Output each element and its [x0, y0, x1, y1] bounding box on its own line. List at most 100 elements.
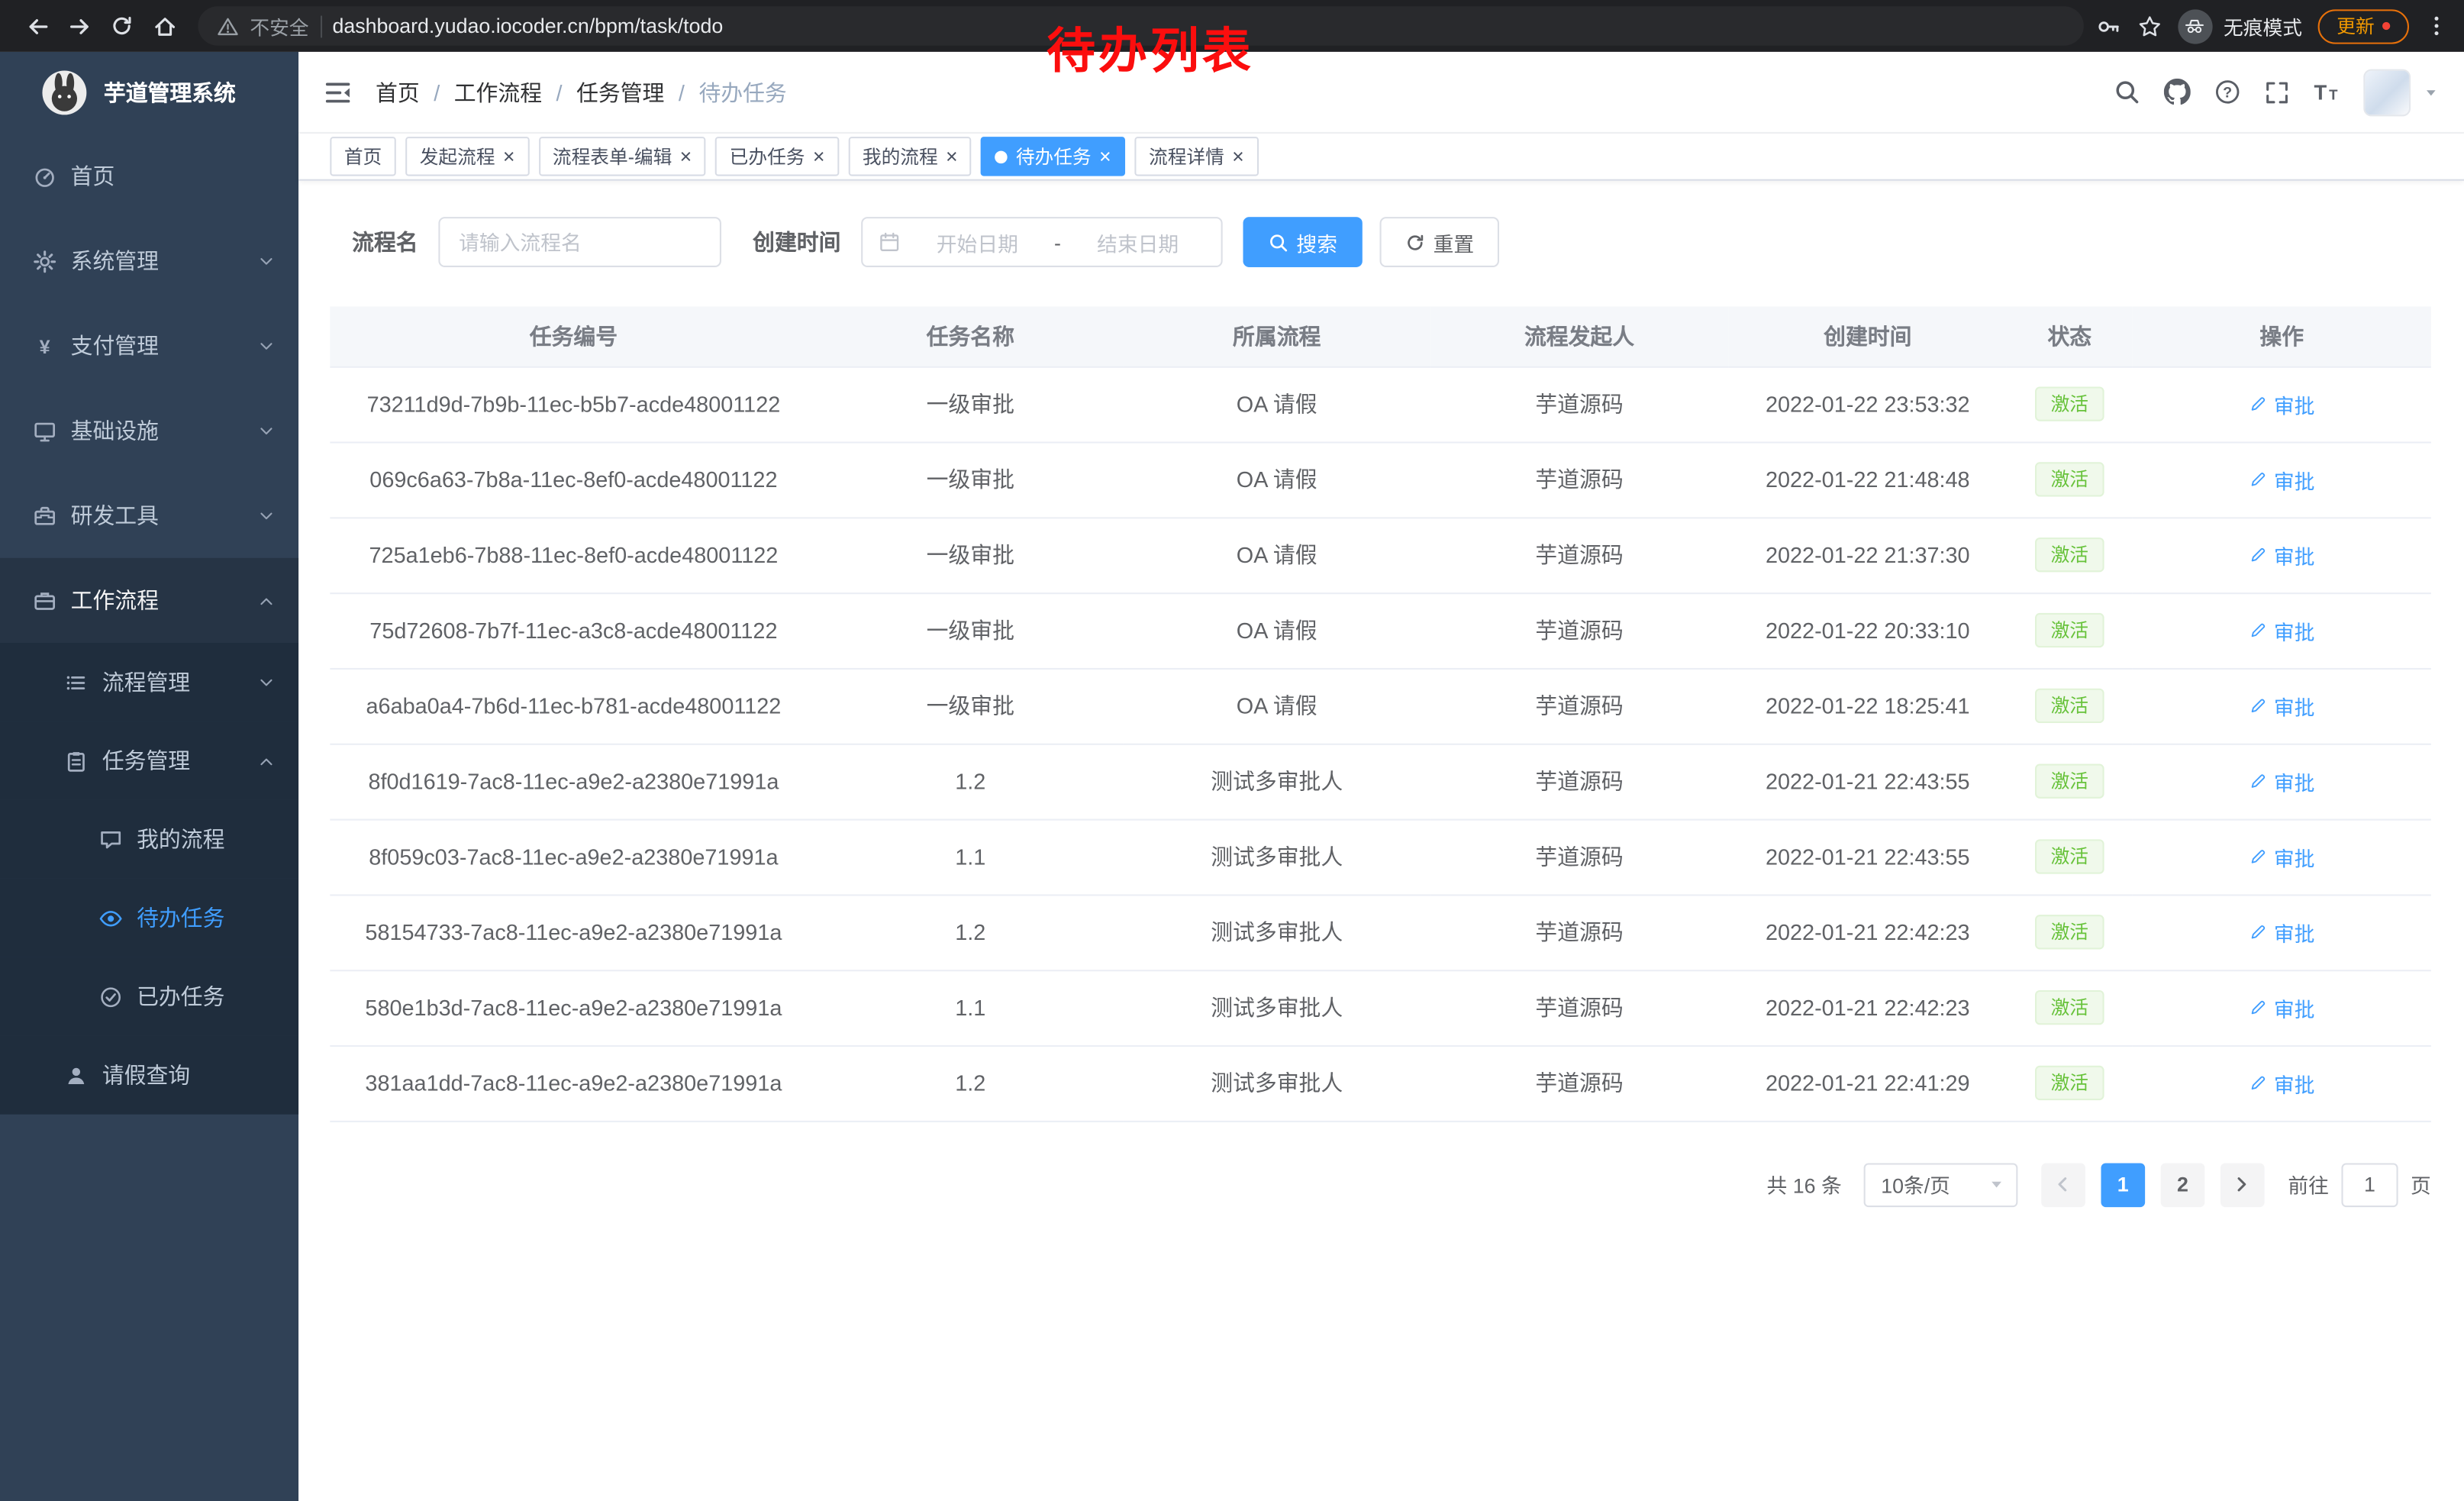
- update-button[interactable]: 更新: [2318, 8, 2409, 43]
- tab-close-icon[interactable]: ×: [946, 146, 958, 166]
- sidebar-item-devtools[interactable]: 研发工具: [0, 473, 298, 558]
- browser-reload-icon[interactable]: [101, 5, 144, 47]
- approve-button[interactable]: 审批: [2249, 767, 2314, 796]
- search-icon[interactable]: [2114, 79, 2140, 105]
- navbar-right: ? TT: [2114, 69, 2439, 116]
- tab-done-task[interactable]: 已办任务 ×: [715, 137, 839, 176]
- cell-action: 审批: [2133, 819, 2431, 895]
- user-avatar[interactable]: [2363, 69, 2411, 116]
- tab-close-icon[interactable]: ×: [680, 146, 692, 166]
- key-icon[interactable]: [2096, 13, 2121, 38]
- next-page-button[interactable]: [2221, 1162, 2265, 1206]
- sidebar-item-workflow[interactable]: 工作流程: [0, 558, 298, 643]
- sidebar-menu: 首页系统管理¥支付管理基础设施研发工具工作流程流程管理任务管理我的流程待办任务已…: [0, 134, 298, 1115]
- pencil-icon: [2249, 1073, 2268, 1093]
- sidebar-collapse-icon[interactable]: [324, 78, 352, 106]
- table-row: 75d72608-7b7f-11ec-a3c8-acde48001122一级审批…: [330, 592, 2430, 668]
- approve-button[interactable]: 审批: [2249, 540, 2314, 570]
- approve-button[interactable]: 审批: [2249, 917, 2314, 947]
- date-range-picker[interactable]: 开始日期 - 结束日期: [861, 217, 1223, 267]
- cell-initiator: 芋道源码: [1430, 819, 1728, 895]
- cell-task-name: 一级审批: [818, 592, 1124, 668]
- tab-start-process[interactable]: 发起流程×: [405, 137, 529, 176]
- approve-button[interactable]: 审批: [2249, 389, 2314, 419]
- column-header-2: 所属流程: [1124, 306, 1430, 366]
- cell-status: 激活: [2007, 592, 2133, 668]
- page-size-select[interactable]: 10条/页: [1864, 1162, 2018, 1206]
- reset-button[interactable]: 重置: [1380, 217, 1499, 267]
- tab-close-icon[interactable]: ×: [813, 146, 825, 166]
- sidebar-item-leave-query[interactable]: 请假查询: [0, 1036, 298, 1115]
- tab-close-icon[interactable]: ×: [1099, 146, 1111, 166]
- tab-process-detail[interactable]: 流程详情×: [1134, 137, 1258, 176]
- browser-home-icon[interactable]: [143, 5, 185, 47]
- column-header-5: 状态: [2007, 306, 2133, 366]
- browser-menu-icon[interactable]: [2425, 15, 2449, 38]
- approve-button[interactable]: 审批: [2249, 993, 2314, 1022]
- tab-label: 已办任务: [730, 143, 805, 169]
- breadcrumb-item-1[interactable]: 工作流程: [454, 76, 542, 108]
- sidebar-item-label: 研发工具: [71, 500, 159, 531]
- browser-forward-icon[interactable]: [58, 5, 101, 47]
- cell-status: 激活: [2007, 441, 2133, 517]
- browser-back-icon[interactable]: [16, 5, 59, 47]
- sidebar-item-payment[interactable]: ¥支付管理: [0, 303, 298, 388]
- breadcrumb-item-2[interactable]: 任务管理: [576, 76, 664, 108]
- cell-task-id: 58154733-7ac8-11ec-a9e2-a2380e71991a: [330, 894, 817, 970]
- github-icon[interactable]: [2164, 79, 2191, 105]
- cell-task-name: 1.2: [818, 894, 1124, 970]
- cell-process-name: OA 请假: [1124, 441, 1430, 517]
- cell-action: 审批: [2133, 668, 2431, 744]
- approve-button[interactable]: 审批: [2249, 691, 2314, 721]
- tab-my-process[interactable]: 我的流程×: [848, 137, 972, 176]
- tab-close-icon[interactable]: ×: [1232, 146, 1244, 166]
- cell-create-time: 2022-01-22 18:25:41: [1729, 668, 2007, 744]
- bookmark-star-icon[interactable]: [2137, 13, 2162, 38]
- search-button[interactable]: 搜索: [1243, 217, 1362, 267]
- sidebar-item-task-management[interactable]: 任务管理: [0, 721, 298, 800]
- prev-page-button[interactable]: [2041, 1162, 2085, 1206]
- font-size-icon[interactable]: TT: [2313, 79, 2340, 105]
- process-name-input[interactable]: [438, 217, 721, 267]
- table-row: 069c6a63-7b8a-11ec-8ef0-acde48001122一级审批…: [330, 441, 2430, 517]
- cell-create-time: 2022-01-22 20:33:10: [1729, 592, 2007, 668]
- page-content: 流程名 创建时间 开始日期 - 结束日期 搜索 重: [298, 181, 2464, 1501]
- tab-todo-task[interactable]: 待办任务×: [982, 137, 1126, 176]
- avatar-caret-icon[interactable]: [2424, 84, 2440, 100]
- cell-create-time: 2022-01-21 22:42:23: [1729, 894, 2007, 970]
- approve-button[interactable]: 审批: [2249, 1068, 2314, 1098]
- goto-page-input[interactable]: [2341, 1162, 2398, 1206]
- page-number-2[interactable]: 2: [2161, 1162, 2205, 1206]
- sidebar-item-todo-task[interactable]: 待办任务: [0, 879, 298, 957]
- help-icon[interactable]: ?: [2214, 79, 2241, 105]
- tabs-bar: 首页发起流程×流程表单-编辑×已办任务×我的流程×待办任务×流程详情×: [298, 134, 2464, 181]
- app-logo-row[interactable]: 芋道管理系统: [0, 52, 298, 134]
- start-date-placeholder: 开始日期: [910, 227, 1045, 257]
- sidebar-item-done-task[interactable]: 已办任务: [0, 957, 298, 1036]
- page-number-1[interactable]: 1: [2101, 1162, 2145, 1206]
- sidebar-item-system[interactable]: 系统管理: [0, 218, 298, 303]
- update-label: 更新: [2337, 12, 2374, 39]
- pencil-icon: [2249, 696, 2268, 715]
- tab-home[interactable]: 首页: [330, 137, 395, 176]
- sidebar-item-process-management[interactable]: 流程管理: [0, 643, 298, 721]
- sidebar-item-infrastructure[interactable]: 基础设施: [0, 388, 298, 473]
- sidebar-item-my-process[interactable]: 我的流程: [0, 800, 298, 879]
- breadcrumb-separator: /: [556, 79, 563, 105]
- tab-close-icon[interactable]: ×: [503, 146, 515, 166]
- approve-button[interactable]: 审批: [2249, 841, 2314, 871]
- tab-label: 首页: [344, 143, 382, 169]
- cell-initiator: 芋道源码: [1430, 441, 1728, 517]
- cell-create-time: 2022-01-22 21:37:30: [1729, 517, 2007, 592]
- cell-initiator: 芋道源码: [1430, 517, 1728, 592]
- approve-button[interactable]: 审批: [2249, 464, 2314, 494]
- sidebar-item-home[interactable]: 首页: [0, 134, 298, 218]
- breadcrumb-item-0[interactable]: 首页: [376, 76, 420, 108]
- cell-status: 激活: [2007, 970, 2133, 1045]
- cell-process-name: OA 请假: [1124, 592, 1430, 668]
- fullscreen-icon[interactable]: [2265, 79, 2290, 105]
- sidebar-item-label: 基础设施: [71, 415, 159, 446]
- cell-status: 激活: [2007, 366, 2133, 442]
- tab-process-form-edit[interactable]: 流程表单-编辑×: [538, 137, 705, 176]
- approve-button[interactable]: 审批: [2249, 615, 2314, 645]
